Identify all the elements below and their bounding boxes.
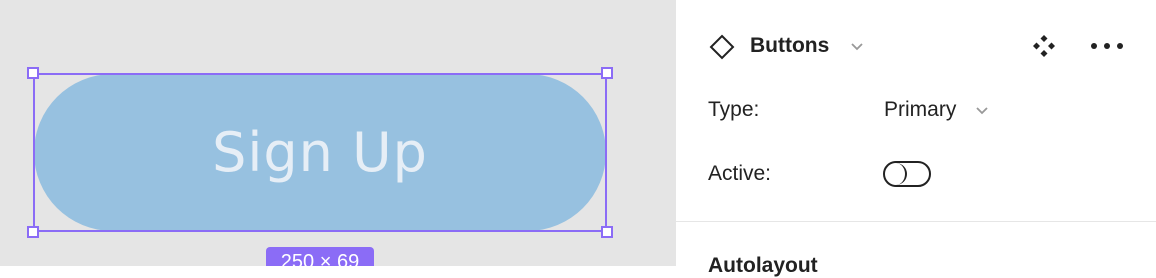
chevron-down-icon[interactable] <box>850 42 864 52</box>
type-label: Type: <box>708 98 760 121</box>
design-canvas[interactable]: Sign Up 250 × 69 <box>0 0 676 266</box>
selection-frame <box>33 73 607 232</box>
active-label: Active: <box>708 162 772 185</box>
chevron-down-icon[interactable] <box>975 106 989 116</box>
resize-handle-bottom-left[interactable] <box>27 226 39 238</box>
resize-handle-bottom-right[interactable] <box>601 226 613 238</box>
more-options-icon[interactable] <box>1090 40 1124 52</box>
variants-icon[interactable] <box>1032 34 1056 58</box>
section-heading: Autolayout <box>708 254 818 277</box>
properties-panel: Buttons Type: Primary Active: Autolayout <box>676 0 1156 277</box>
divider <box>676 221 1156 222</box>
toggle-knob <box>885 163 907 185</box>
size-badge: 250 × 69 <box>266 247 374 266</box>
type-dropdown[interactable]: Primary <box>884 98 956 122</box>
resize-handle-top-right[interactable] <box>601 67 613 79</box>
active-toggle[interactable] <box>883 161 931 187</box>
component-diamond-icon <box>709 34 735 60</box>
component-name[interactable]: Buttons <box>750 34 829 58</box>
resize-handle-top-left[interactable] <box>27 67 39 79</box>
